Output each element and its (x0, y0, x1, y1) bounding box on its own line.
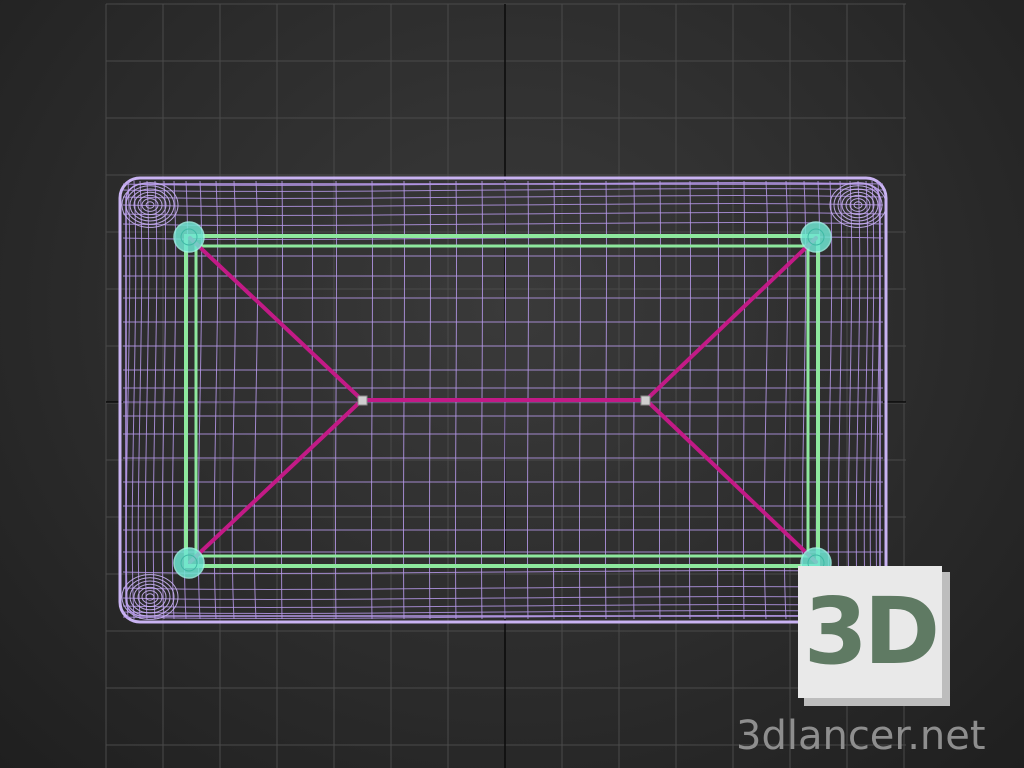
mesh-wire-horizontal (122, 344, 884, 348)
mesh-wire-vertical (847, 180, 853, 620)
mesh-wire-horizontal (122, 504, 884, 508)
mesh-wire-vertical (875, 180, 881, 620)
mesh-wire-horizontal (122, 296, 884, 300)
mesh-wire-horizontal (122, 320, 884, 324)
mesh-wire-horizontal (122, 586, 884, 590)
mesh-wire-vertical (827, 180, 833, 620)
mesh-wire-vertical (863, 180, 869, 620)
mesh-wire-horizontal (122, 222, 884, 226)
mesh-corner-swirl (129, 580, 171, 614)
mesh-wire-horizontal (122, 480, 884, 484)
mesh-wire-horizontal (122, 610, 884, 614)
mesh-wire-horizontal (122, 212, 884, 216)
mesh-wire-horizontal (122, 203, 884, 207)
mesh-wire-horizontal (122, 432, 884, 436)
mesh-wire-horizontal (122, 195, 884, 199)
mesh-wire-vertical (131, 180, 137, 620)
diagonal-braces[interactable] (188, 236, 818, 564)
mesh-wire-horizontal (122, 368, 884, 372)
mesh-wire-horizontal (122, 550, 884, 554)
watermark-badge: 3D (798, 566, 950, 706)
mesh-wire-horizontal (122, 274, 884, 278)
watermark-site: 3dlancer.net (736, 713, 986, 759)
leg-marker (173, 547, 205, 579)
mesh-wire-vertical (152, 180, 158, 620)
viewport-top-view[interactable]: 3D 3dlancer.net (0, 0, 1024, 768)
mesh-wire-horizontal (122, 456, 884, 460)
mesh-wire-horizontal (122, 604, 884, 608)
mesh-wire-horizontal (122, 528, 884, 532)
watermark-badge-text: 3D (803, 578, 940, 685)
mesh-wire-horizontal (122, 414, 884, 418)
mesh-wire-horizontal (122, 386, 884, 390)
mesh-wire-horizontal (122, 570, 884, 574)
mesh-wire-vertical (137, 180, 143, 620)
mesh-wire-vertical (125, 180, 131, 620)
leg-marker (173, 221, 205, 253)
mesh-corner-swirl (145, 593, 155, 601)
mesh-corner-swirl (141, 590, 159, 604)
mesh-wire-horizontal (122, 596, 884, 600)
brace-joint-right (640, 395, 651, 406)
mesh-wire-horizontal (122, 254, 884, 258)
mesh-wire-vertical (855, 180, 861, 620)
mesh-wire-horizontal (122, 188, 884, 192)
mesh-wire-vertical (869, 180, 875, 620)
watermark-badge-face: 3D (798, 566, 942, 698)
brace-joint-left (357, 395, 368, 406)
mesh-wire-vertical (144, 180, 150, 620)
leg-marker (800, 221, 832, 253)
mesh-wire-vertical (837, 180, 843, 620)
mesh-wire-vertical (171, 180, 177, 620)
